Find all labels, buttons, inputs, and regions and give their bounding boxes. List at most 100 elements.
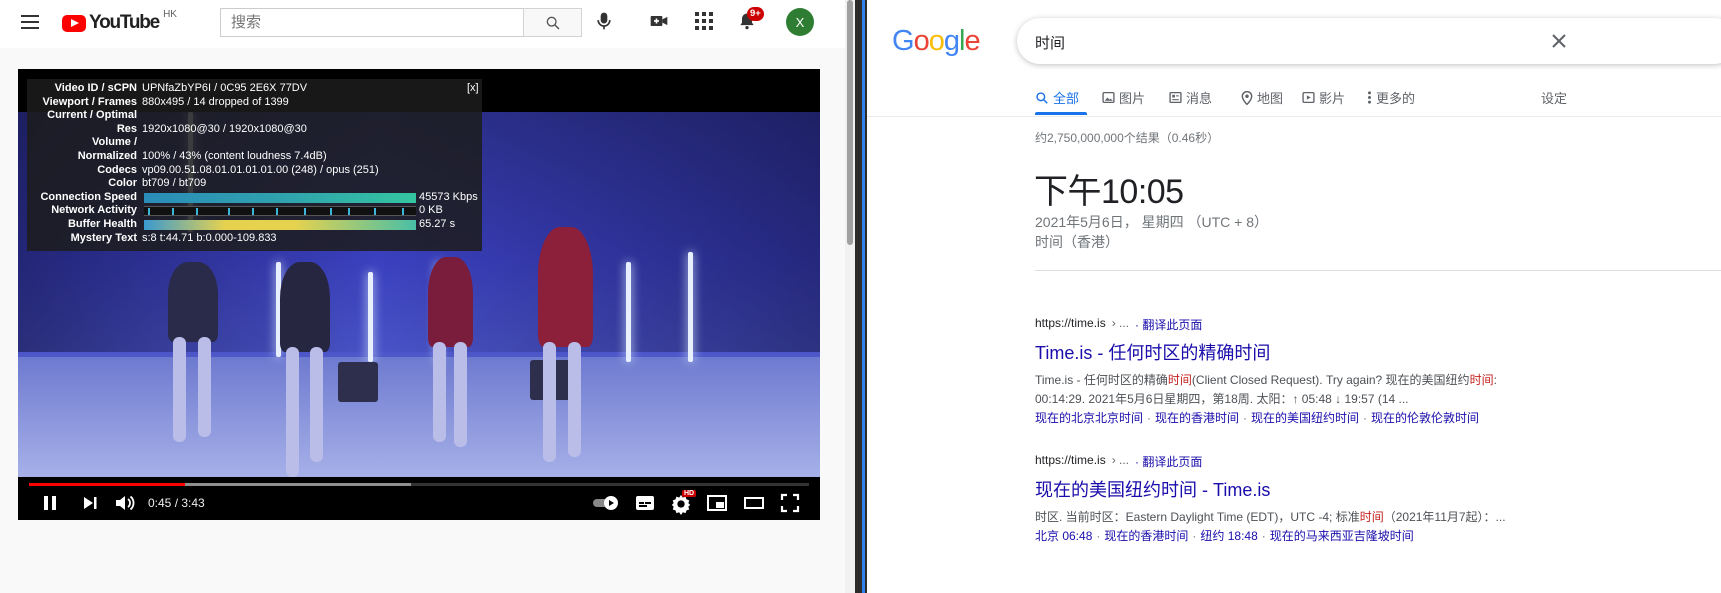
search-result: https://time.is › ... · 翻译此页面 现在的美国纽约时间 … xyxy=(1035,453,1721,546)
network-activity-graph xyxy=(144,206,416,217)
search-query[interactable]: 时间 xyxy=(1035,32,1065,53)
menu-icon[interactable] xyxy=(21,15,39,29)
google-search-box[interactable]: 时间 xyxy=(1017,18,1721,64)
theater-mode-button[interactable] xyxy=(743,493,765,518)
tab-more[interactable]: 更多的 xyxy=(1367,88,1415,107)
tab-all[interactable]: 全部 xyxy=(1035,88,1079,107)
autoplay-icon xyxy=(593,496,618,510)
search-button[interactable] xyxy=(523,8,582,37)
stats-value: bt709 / bt709 xyxy=(142,177,207,190)
tab-news[interactable]: 消息 xyxy=(1169,88,1212,107)
stats-value: 65.27 s xyxy=(419,217,456,230)
search-input[interactable] xyxy=(220,8,524,37)
tab-label: 影片 xyxy=(1319,91,1346,106)
stats-row: Normalized 100% / 43% (content loudness 7… xyxy=(27,150,482,164)
tab-maps[interactable]: 地图 xyxy=(1241,88,1283,107)
stats-label: Res xyxy=(116,122,137,135)
vertical-scrollbar[interactable] xyxy=(845,0,855,593)
pause-button[interactable] xyxy=(40,493,60,518)
video-player[interactable]: [x] Video ID / sCPN UPNfaZbYP6I / 0C95 2E… xyxy=(18,69,820,520)
stats-value: 1920x1080@30 / 1920x1080@30 xyxy=(142,122,307,135)
sitelink[interactable]: 纽约 18:48 xyxy=(1200,529,1257,543)
stats-row: Video ID / sCPN UPNfaZbYP6I / 0C95 2E6X 7… xyxy=(27,82,482,96)
subtitles-button[interactable] xyxy=(634,493,656,518)
tab-videos[interactable]: 影片 xyxy=(1302,88,1345,107)
create-video-button[interactable] xyxy=(648,11,670,31)
news-icon xyxy=(1169,91,1182,104)
result-title[interactable]: Time.is - 任何时区的精确时间 xyxy=(1035,339,1721,365)
mute-button[interactable] xyxy=(114,493,136,518)
tab-label: 消息 xyxy=(1186,91,1213,106)
scrollbar-thumb[interactable] xyxy=(847,0,853,245)
translate-link[interactable]: · 翻译此页面 xyxy=(1135,316,1202,333)
youtube-logo[interactable]: YouTube HK xyxy=(62,9,177,34)
stats-label: Normalized xyxy=(77,149,137,162)
tab-label: 全部 xyxy=(1053,91,1080,106)
fullscreen-button[interactable] xyxy=(780,493,800,518)
stats-row: Color bt709 / bt709 xyxy=(27,177,482,191)
sitelink[interactable]: 北京 06:48 xyxy=(1035,529,1092,543)
result-snippet: 时区. 当前时区：Eastern Daylight Time (EDT)，UTC… xyxy=(1035,510,1506,524)
buffer-health-graph xyxy=(144,219,416,230)
result-cite: https://time.is › ... · 翻译此页面 xyxy=(1035,316,1721,333)
skip-next-icon xyxy=(84,497,97,509)
result-url: https://time.is xyxy=(1035,316,1106,330)
tab-images[interactable]: 图片 xyxy=(1102,88,1145,107)
google-window: Google 时间 全部 图片 消息 地图 影片 更多的 设定 约2,750,0… xyxy=(867,0,1721,593)
pause-icon xyxy=(44,496,56,510)
settings-link[interactable]: 设定 xyxy=(1541,88,1567,107)
autoplay-toggle[interactable] xyxy=(592,495,620,516)
youtube-play-icon xyxy=(62,14,86,32)
stats-value: 100% / 43% (content loudness 7.4dB) xyxy=(142,149,327,162)
google-logo[interactable]: Google xyxy=(892,25,981,58)
stats-row: Viewport / Frames 880x495 / 14 dropped of… xyxy=(27,96,482,110)
microphone-icon xyxy=(597,12,611,30)
stats-value: 0 KB xyxy=(419,204,443,217)
stats-label: Video ID / sCPN xyxy=(54,82,137,94)
result-url-path: › ... xyxy=(1111,316,1130,330)
window-divider[interactable] xyxy=(855,0,867,593)
connection-speed-row: Connection Speed 45573 Kbps xyxy=(27,191,482,205)
next-button[interactable] xyxy=(80,493,100,518)
avatar[interactable]: X xyxy=(786,8,814,36)
stats-value: s:8 t:44.71 b:0.000-109.833 xyxy=(142,231,277,244)
result-stats: 约2,750,000,000个结果（0.46秒） xyxy=(1035,131,1220,145)
clear-search-button[interactable] xyxy=(1549,31,1569,56)
theater-mode-icon xyxy=(744,497,764,509)
stats-value: 45573 Kbps xyxy=(419,190,478,203)
translate-link[interactable]: · 翻译此页面 xyxy=(1135,453,1202,470)
stats-value: 880x495 / 14 dropped of 1399 xyxy=(142,95,289,108)
sitelink[interactable]: 现在的伦敦伦敦时间 xyxy=(1371,411,1479,425)
time-zone: 时间（香港） xyxy=(1035,234,1119,250)
notification-count-badge: 9+ xyxy=(747,7,764,21)
voice-search-button[interactable] xyxy=(594,10,614,32)
stats-row: Current / Optimal xyxy=(27,109,482,123)
sitelink[interactable]: 现在的北京北京时间 xyxy=(1035,411,1143,425)
sitelink[interactable]: 现在的美国纽约时间 xyxy=(1251,411,1359,425)
google-logo-letter: g xyxy=(943,25,960,57)
search-icon xyxy=(546,16,560,30)
active-tab-indicator xyxy=(1035,112,1087,115)
tab-label: 更多的 xyxy=(1376,91,1416,106)
stats-label: Current / Optimal xyxy=(47,109,137,122)
tabs-divider xyxy=(867,116,1721,117)
miniplayer-button[interactable] xyxy=(706,493,728,518)
sitelink[interactable]: 现在的香港时间 xyxy=(1104,529,1188,543)
hd-badge: HD xyxy=(682,490,697,497)
stats-label: Codecs xyxy=(97,163,137,176)
result-snippet: 00:14:29. 2021年5月6日星期四，第18周. 太阳：↑ 05:48 … xyxy=(1035,392,1409,406)
google-logo-letter: o xyxy=(913,25,930,57)
stats-label: Buffer Health xyxy=(67,217,137,230)
region-code: HK xyxy=(163,9,177,20)
sitelink[interactable]: 现在的香港时间 xyxy=(1155,411,1239,425)
result-snippet: Time.is - 任何时区的精确时间(Client Closed Reques… xyxy=(1035,373,1497,387)
sitelink[interactable]: 现在的马来西亚吉隆坡时间 xyxy=(1270,529,1414,543)
stats-label: Connection Speed xyxy=(40,190,137,203)
settings-button[interactable]: HD xyxy=(670,490,697,520)
search-result: https://time.is › ... · 翻译此页面 Time.is - … xyxy=(1035,316,1721,428)
apps-button[interactable] xyxy=(695,12,713,30)
youtube-wordmark: YouTube xyxy=(89,12,160,33)
result-title[interactable]: 现在的美国纽约时间 - Time.is xyxy=(1035,476,1721,502)
result-url-path: › ... xyxy=(1111,453,1130,467)
sitelinks: 现在的北京北京时间 · 现在的香港时间 · 现在的美国纽约时间 · 现在的伦敦伦敦时间 xyxy=(1035,411,1480,425)
